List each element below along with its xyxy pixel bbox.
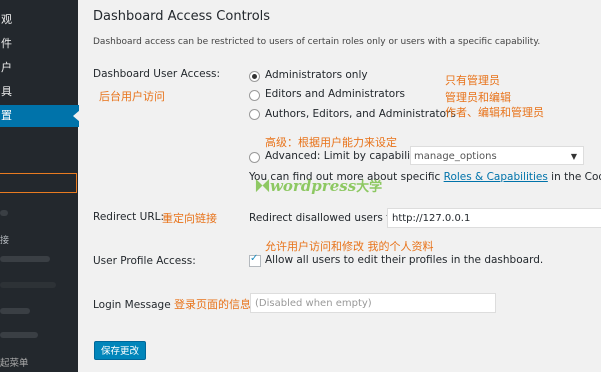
- radio-administrators-only[interactable]: [249, 71, 260, 82]
- allow-profile-edit-label: Allow all users to edit their profiles i…: [265, 254, 544, 266]
- note-administrators-only: 只有管理员: [445, 74, 500, 87]
- submenu-item-links[interactable]: 接: [0, 233, 78, 246]
- login-message-note: 登录页面的信息: [174, 298, 252, 311]
- login-message-input[interactable]: (Disabled when empty): [250, 293, 496, 313]
- page-description: Dashboard access can be restricted to us…: [93, 37, 541, 47]
- sidebar-item-label: 户: [1, 61, 12, 74]
- radio-label-authors-editors-administrators: Authors, Editors, and Administrators: [265, 108, 456, 120]
- radio-label-editors-administrators: Editors and Administrators: [265, 88, 406, 100]
- sidebar-item-plugins[interactable]: 件: [0, 33, 79, 55]
- submenu-item[interactable]: [0, 332, 38, 338]
- help-text-suffix: in the Codex.: [551, 171, 601, 183]
- radio-label-advanced-capability: Advanced: Limit by capability:: [265, 150, 424, 162]
- site-watermark: wordpress大学: [255, 176, 382, 195]
- login-message-label: Login Message 登录页面的信息: [93, 296, 251, 312]
- redirect-url-label: Redirect URL:: [93, 211, 165, 223]
- radio-authors-editors-administrators[interactable]: [249, 109, 260, 120]
- note-editors-administrators: 管理员和编辑: [445, 91, 511, 104]
- submenu-item[interactable]: [0, 210, 8, 216]
- highlighted-submenu-item[interactable]: [0, 173, 77, 193]
- redirect-url-input[interactable]: http://127.0.0.1: [387, 208, 601, 228]
- capability-select-value: manage_options: [414, 151, 497, 162]
- sidebar-item-label: 具: [1, 85, 12, 98]
- allow-profile-edit-checkbox[interactable]: [249, 253, 261, 267]
- save-changes-button[interactable]: 保存更改: [94, 341, 146, 360]
- watermark-logo-icon: [255, 178, 270, 193]
- capability-select[interactable]: manage_options ▼: [410, 146, 584, 165]
- radio-advanced-capability[interactable]: [249, 152, 260, 163]
- settings-page: Dashboard Access Controls Dashboard acce…: [78, 0, 601, 372]
- dashboard-access-label: Dashboard User Access:: [93, 68, 221, 80]
- sidebar-item-label: 件: [1, 37, 12, 50]
- watermark-cn: 大学: [356, 180, 383, 195]
- note-authors-editors-administrators: 作者、编辑和管理员: [445, 106, 544, 119]
- dashboard-access-note: 后台用户访问: [99, 90, 165, 103]
- watermark-text: wordpress: [270, 177, 357, 195]
- radio-editors-administrators[interactable]: [249, 90, 260, 101]
- sidebar-item-tools[interactable]: 具: [0, 81, 79, 103]
- redirect-url-note: 重定向链接: [162, 212, 217, 225]
- submenu-item[interactable]: [0, 282, 56, 288]
- sidebar-item-label: 观: [1, 13, 12, 26]
- submenu-item-label: 接: [0, 236, 10, 246]
- radio-label-administrators-only: Administrators only: [265, 69, 368, 81]
- submenu-item[interactable]: [0, 308, 30, 314]
- roles-capabilities-link[interactable]: Roles & Capabilities: [444, 171, 548, 183]
- admin-sidebar: 观 件 户 具 置 接 起菜单: [0, 0, 79, 372]
- collapse-menu[interactable]: 起菜单: [0, 355, 78, 369]
- advanced-note: 高级：根据用户能力来设定: [265, 136, 397, 149]
- profile-access-label: User Profile Access:: [93, 255, 196, 267]
- login-message-label-text: Login Message: [93, 299, 171, 311]
- sidebar-item-users[interactable]: 户: [0, 57, 79, 79]
- submenu-item[interactable]: [0, 256, 50, 262]
- profile-access-note: 允许用户访问和修改 我的个人资料: [265, 240, 434, 253]
- sidebar-item-overview[interactable]: 观: [0, 9, 79, 31]
- page-title: Dashboard Access Controls: [93, 9, 271, 24]
- sidebar-item-label: 置: [1, 109, 12, 122]
- chevron-down-icon: ▼: [570, 152, 577, 161]
- sidebar-item-settings[interactable]: 置: [0, 105, 79, 127]
- redirect-field-label: Redirect disallowed users to:: [249, 212, 401, 224]
- collapse-menu-label: 起菜单: [0, 358, 29, 369]
